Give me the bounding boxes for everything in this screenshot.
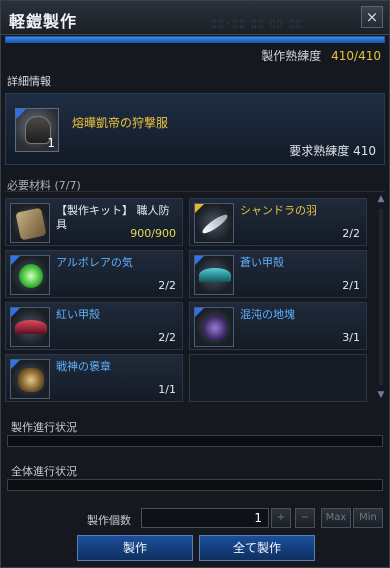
feather-glyph [200, 212, 230, 236]
craft-button[interactable]: 製作 [77, 535, 193, 561]
craft-all-button[interactable]: 全て製作 [199, 535, 315, 561]
material-count: 2/2 [158, 279, 176, 292]
material-name: 混沌の地塊 [240, 308, 295, 321]
close-icon: × [365, 8, 379, 26]
shell-glyph [15, 320, 47, 334]
materials-scrollbar[interactable]: ▲ ▼ [375, 193, 387, 401]
material-name: 蒼い甲殻 [240, 256, 284, 269]
material-name: アルボレアの気 [56, 256, 133, 269]
rarity-corner [16, 109, 26, 119]
material-count: 2/2 [158, 331, 176, 344]
craft-progress-label: 製作進行状況 [11, 421, 77, 434]
ore-glyph [202, 315, 228, 341]
title-ghost-text: ﾛﾛ･ﾛﾛ ﾛﾛ ﾛﾛ ﾛﾛ [211, 17, 303, 31]
close-button[interactable]: × [361, 6, 383, 28]
material-count: 1/1 [158, 383, 176, 396]
material-name: シャンドラの羽 [240, 204, 317, 217]
materials-list: 【製作キット】 職人防具 900/900 シャンドラの羽 2/2 アルボレアの気… [5, 191, 385, 405]
item-quantity: 1 [47, 136, 55, 150]
feather-icon [194, 203, 234, 243]
proficiency-bar [5, 36, 385, 43]
material-name: 戦神の褒章 [56, 360, 111, 373]
blue-shell-icon [194, 255, 234, 295]
war-medal-icon [10, 359, 50, 399]
max-button[interactable]: Max [321, 508, 351, 528]
kit-glyph [15, 207, 47, 241]
material-count: 3/1 [342, 331, 360, 344]
scroll-up-icon[interactable]: ▲ [375, 193, 387, 205]
shell-glyph [199, 268, 231, 282]
increase-button[interactable]: + [271, 508, 291, 528]
title-bar[interactable]: 軽鎧製作 ﾛﾛ･ﾛﾛ ﾛﾛ ﾛﾛ ﾛﾛ × [1, 1, 389, 35]
rarity-corner [195, 204, 204, 213]
rarity-corner [11, 256, 20, 265]
rarity-corner [195, 308, 204, 317]
craft-progress-bar [7, 435, 383, 447]
scroll-kit-icon [10, 203, 50, 243]
red-shell-icon [10, 307, 50, 347]
material-slot-4[interactable]: 蒼い甲殻 2/1 [189, 250, 367, 298]
total-progress-label: 全体進行状況 [11, 465, 77, 478]
material-count: 2/1 [342, 279, 360, 292]
material-slot-2[interactable]: シャンドラの羽 2/2 [189, 198, 367, 246]
item-name: 熔曄凱帝の狩撃服 [72, 116, 169, 130]
material-count: 900/900 [130, 227, 176, 240]
armor-item-icon[interactable]: 1 [15, 108, 59, 152]
material-slot-1[interactable]: 【製作キット】 職人防具 900/900 [5, 198, 183, 246]
craft-count-label: 製作個数 [87, 514, 131, 527]
crafting-window: 軽鎧製作 ﾛﾛ･ﾛﾛ ﾛﾛ ﾛﾛ ﾛﾛ × 製作熟練度 410/410 詳細情報… [0, 0, 390, 568]
rarity-corner [11, 308, 20, 317]
material-slot-5[interactable]: 紅い甲殻 2/2 [5, 302, 183, 350]
min-button[interactable]: Min [353, 508, 383, 528]
chaos-ore-icon [194, 307, 234, 347]
material-slot-empty [189, 354, 367, 402]
proficiency-value: 410/410 [331, 49, 381, 63]
rarity-corner [195, 256, 204, 265]
proficiency-fill [6, 37, 384, 42]
detail-panel: 1 熔曄凱帝の狩撃服 要求熟練度 410 [5, 93, 385, 165]
scroll-down-icon[interactable]: ▼ [375, 389, 387, 401]
proficiency-label: 製作熟練度 [261, 49, 322, 63]
material-count: 2/2 [342, 227, 360, 240]
required-proficiency: 要求熟練度 410 [289, 144, 376, 158]
medal-glyph [18, 368, 44, 392]
material-slot-3[interactable]: アルボレアの気 2/2 [5, 250, 183, 298]
proficiency-readout: 製作熟練度 410/410 [261, 47, 381, 64]
total-progress-bar [7, 479, 383, 491]
rarity-corner [11, 360, 20, 369]
material-slot-6[interactable]: 混沌の地塊 3/1 [189, 302, 367, 350]
orb-glyph [19, 264, 43, 288]
decrease-button[interactable]: − [295, 508, 315, 528]
window-title: 軽鎧製作 [9, 12, 78, 31]
craft-count-input[interactable]: 1 [141, 508, 269, 528]
material-name: 紅い甲殻 [56, 308, 100, 321]
detail-heading: 詳細情報 [7, 75, 51, 88]
energy-orb-icon [10, 255, 50, 295]
material-slot-7[interactable]: 戦神の褒章 1/1 [5, 354, 183, 402]
scroll-track[interactable] [379, 209, 383, 385]
